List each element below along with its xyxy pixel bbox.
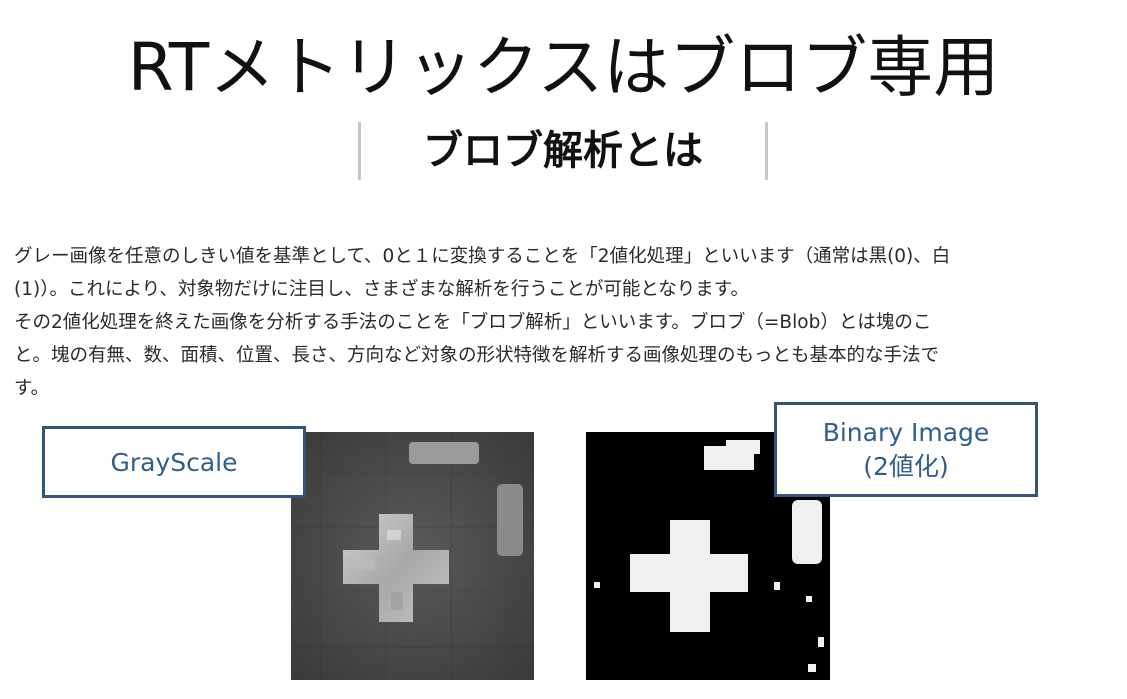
slide-title: RTメトリックスはブロブ専用 — [127, 29, 1000, 106]
heading-divider-right — [765, 122, 768, 180]
paragraph-line: (1)）。これにより、対象物だけに注目し、さまざまな解析を行うことが可能となりま… — [14, 279, 749, 300]
description-paragraph: グレー画像を任意のしきい値を基準として、0と１に変換することを「2値化処理」とい… — [14, 240, 1114, 405]
grayscale-label-text: GrayScale — [110, 447, 238, 477]
paragraph-line: その2値化処理を終えた画像を分析する手法のことを「ブロブ解析」といいます。ブロブ… — [14, 312, 932, 333]
paragraph-line: す。 — [14, 378, 50, 399]
paragraph-line: グレー画像を任意のしきい値を基準として、0と１に変換することを「2値化処理」とい… — [14, 246, 951, 267]
binary-label-line2: (2値化) — [863, 451, 949, 481]
grayscale-label: GrayScale — [42, 426, 306, 498]
section-heading: ブロブ解析とは — [358, 122, 768, 180]
binary-label-line1: Binary Image — [822, 417, 990, 447]
section-heading-text: ブロブ解析とは — [423, 128, 703, 174]
binary-image-label: Binary Image (2値化) — [774, 402, 1038, 497]
paragraph-line: と。塊の有無、数、面積、位置、長さ、方向など対象の形状特徴を解析する画像処理のも… — [14, 345, 940, 366]
grayscale-image — [291, 432, 534, 680]
